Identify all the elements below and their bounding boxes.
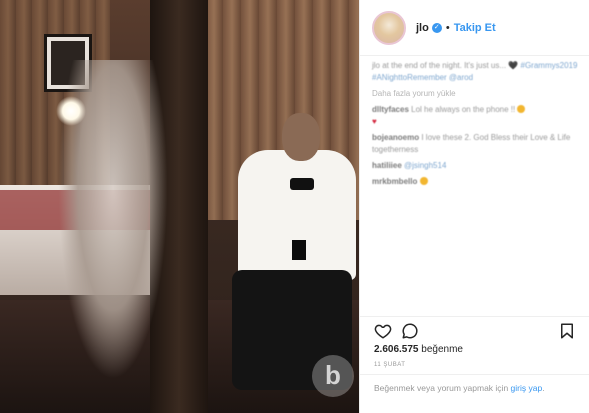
follow-button[interactable]: Takip Et [454, 22, 496, 34]
comment-username[interactable]: dlltyfaces [372, 105, 409, 114]
comment-username[interactable]: hatiliiee [372, 161, 402, 170]
photo-camera-flash [56, 96, 86, 126]
smiley-emoji-icon [419, 177, 428, 185]
comment-text: Lol he always on the phone !! [411, 105, 516, 114]
verified-badge-icon: ✓ [431, 22, 442, 33]
load-more-comments-link[interactable]: Daha fazla yorum yükle [372, 88, 584, 100]
list-item: mrkbmbello [372, 176, 584, 188]
list-item: dlltyfaces Lol he always on the phone !!… [372, 104, 584, 128]
heart-emoji-icon: ♥ [372, 117, 377, 126]
login-prompt-suffix: . [542, 383, 545, 393]
comment-username[interactable]: bojeanoemo [372, 133, 419, 142]
likes-label: beğenme [421, 344, 463, 355]
post-header: jlo ✓ • Takip Et [360, 0, 589, 56]
avatar[interactable] [372, 10, 406, 45]
photo-man-shirt [238, 150, 356, 280]
photo-phone [292, 240, 306, 260]
photo-man-head [282, 113, 320, 161]
separator-dot: • [445, 21, 450, 34]
post-side-panel: jlo ✓ • Takip Et jlo at the end of the n… [359, 0, 589, 413]
smiley-emoji-icon [517, 105, 526, 113]
login-prompt-text: Beğenmek veya yorum yapmak için [374, 383, 511, 393]
speech-bubble-icon[interactable] [401, 322, 419, 340]
black-heart-emoji: 🖤 [508, 61, 519, 70]
likes-number: 2.606.575 [374, 344, 419, 355]
post-photo[interactable]: b [0, 0, 359, 413]
heart-outline-icon[interactable] [374, 322, 392, 340]
post-actions-bar [360, 316, 589, 344]
caption: jlo at the end of the night. It's just u… [372, 60, 584, 84]
photo-bowtie [290, 178, 314, 190]
bookmark-icon[interactable] [558, 322, 576, 340]
likes-count[interactable]: 2.606.575 beğenme [374, 344, 463, 355]
caption-text: jlo at the end of the night. It's just u… [372, 61, 507, 70]
login-link[interactable]: giriş yap [511, 383, 543, 393]
comments-list: jlo at the end of the night. It's just u… [372, 60, 584, 192]
list-item: hatiliiee @jsingh514 [372, 160, 584, 172]
comment-username[interactable]: mrkbmbello [372, 177, 417, 186]
username-link[interactable]: jlo [416, 22, 429, 34]
post-date: 11 ŞUBAT [374, 362, 406, 368]
login-prompt: Beğenmek veya yorum yapmak için giriş ya… [360, 374, 589, 413]
comment-text[interactable]: @jsingh514 [404, 161, 446, 170]
list-item: bojeanoemo I love these 2. God Bless the… [372, 132, 584, 156]
site-watermark-logo: b [312, 355, 354, 397]
